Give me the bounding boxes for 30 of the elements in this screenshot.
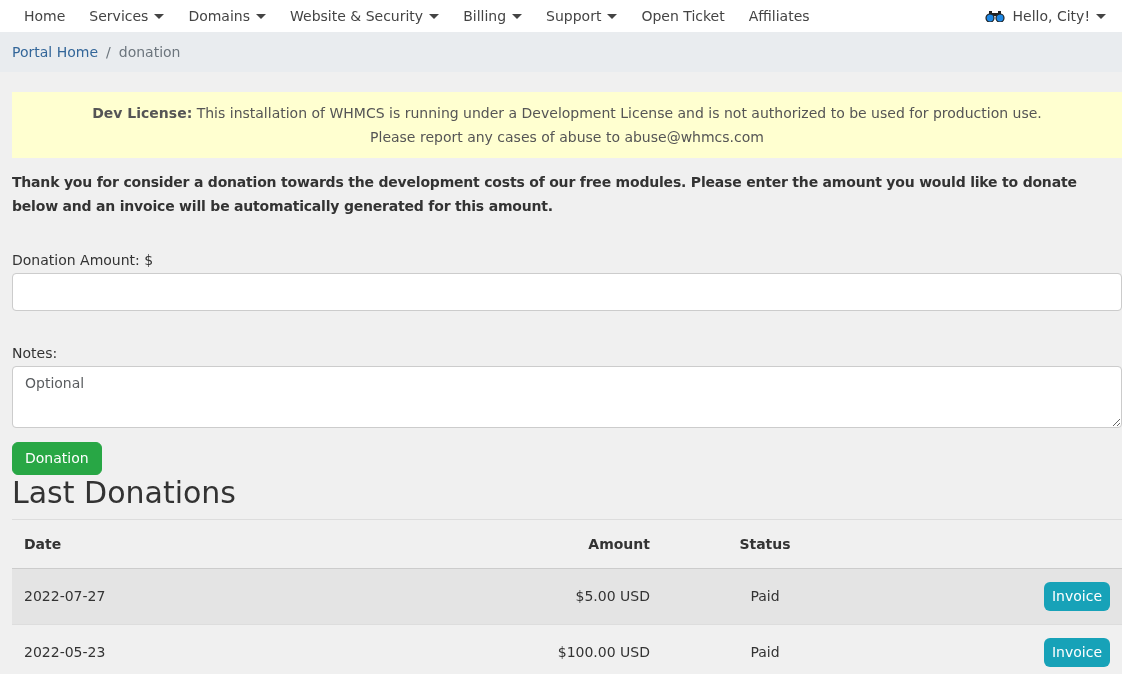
alert-text: Dev License: This installation of WHMCS is running under a Development License and is not authorized to be used for production use. bbox=[91, 104, 1043, 123]
table-cell-text: Paid bbox=[749, 643, 781, 662]
column-header: Amount bbox=[587, 534, 650, 554]
nav-link[interactable]: Website & Security bbox=[278, 5, 452, 27]
table-cell-text: 2022-07-27 bbox=[24, 587, 107, 606]
nav-link[interactable]: Open Ticket bbox=[629, 5, 737, 27]
column-header: Status bbox=[738, 534, 792, 554]
breadcrumb-current: donation bbox=[118, 42, 181, 62]
intro-text: Thank you for consider a donation towards the development costs of our free modules. Please enter the amount you would like to donate below and an invoice will be automatically generated for this amount. bbox=[12, 173, 1078, 216]
breadcrumb-separator: / bbox=[105, 42, 112, 62]
amount-field[interactable] bbox=[12, 273, 1122, 311]
breadcrumb-link[interactable]: Portal Home bbox=[12, 41, 99, 63]
nav-link[interactable]: Support bbox=[534, 5, 630, 27]
table-cell-text: 2022-05-23 bbox=[24, 643, 107, 662]
binoculars-icon bbox=[984, 10, 1005, 22]
nav-link[interactable]: Home bbox=[12, 5, 78, 27]
amount-label: Donation Amount: $ bbox=[12, 251, 154, 270]
section-heading: Last Donations bbox=[12, 475, 237, 511]
user-menu[interactable]: Hello, City! bbox=[1004, 5, 1106, 27]
table-cell-text: $5.00 USD bbox=[574, 587, 650, 606]
nav-link[interactable]: Affiliates bbox=[736, 5, 822, 27]
notes-field[interactable]: Optional bbox=[12, 366, 1122, 428]
nav-link[interactable]: Domains bbox=[176, 5, 278, 27]
alert-text: Please report any cases of abuse to abuse@whmcs.com bbox=[369, 128, 765, 147]
notes-label: Notes: bbox=[12, 344, 58, 363]
nav-link[interactable]: Services bbox=[77, 5, 177, 27]
table-cell-text: Paid bbox=[749, 587, 781, 606]
table-cell-text: $100.00 USD bbox=[556, 643, 650, 662]
nav-link[interactable]: Billing bbox=[451, 5, 535, 27]
column-header: Date bbox=[24, 534, 63, 554]
